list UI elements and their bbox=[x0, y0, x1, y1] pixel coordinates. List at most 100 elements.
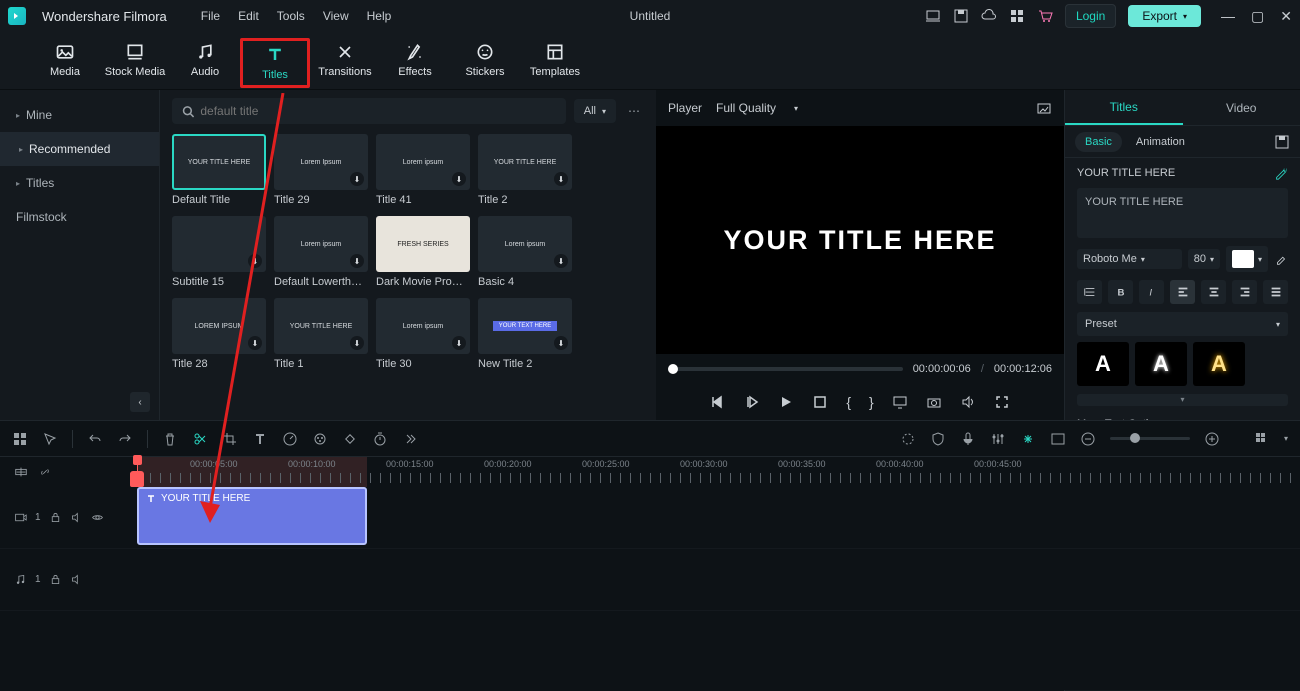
tl-options-icon[interactable] bbox=[12, 431, 28, 447]
download-icon[interactable]: ⬇ bbox=[350, 254, 364, 268]
download-icon[interactable]: ⬇ bbox=[452, 336, 466, 350]
title-card[interactable]: Lorem Ipsum⬇Title 29 bbox=[274, 134, 368, 206]
preset-dropdown[interactable]: Preset▾ bbox=[1077, 312, 1288, 336]
video-track-lane[interactable]: YOUR TITLE HERE bbox=[130, 487, 1300, 549]
keyframe-icon[interactable] bbox=[342, 431, 358, 447]
bold-button[interactable]: B bbox=[1108, 280, 1133, 304]
timer-icon[interactable] bbox=[372, 431, 388, 447]
fullscreen-icon[interactable] bbox=[994, 394, 1010, 410]
title-clip[interactable]: YOUR TITLE HERE bbox=[137, 487, 367, 545]
sidebar-item-filmstock[interactable]: Filmstock bbox=[0, 200, 159, 234]
title-card[interactable]: Lorem ipsum⬇Basic 4 bbox=[478, 216, 572, 288]
download-icon[interactable]: ⬇ bbox=[248, 254, 262, 268]
title-card[interactable]: ⬇Subtitle 15 bbox=[172, 216, 266, 288]
redo-icon[interactable] bbox=[117, 431, 133, 447]
tool-templates[interactable]: Templates bbox=[520, 38, 590, 82]
mute-icon[interactable] bbox=[70, 511, 83, 524]
scrubber-handle[interactable] bbox=[668, 364, 678, 374]
speed-icon[interactable] bbox=[282, 431, 298, 447]
shield-icon[interactable] bbox=[930, 431, 946, 447]
title-card[interactable]: YOUR TITLE HEREDefault Title bbox=[172, 134, 266, 206]
scrubber[interactable] bbox=[668, 367, 903, 371]
play-prev-button[interactable] bbox=[744, 394, 760, 410]
cart-icon[interactable] bbox=[1037, 8, 1053, 24]
title-card[interactable]: Lorem ipsum⬇Title 41 bbox=[376, 134, 470, 206]
download-icon[interactable]: ⬇ bbox=[350, 336, 364, 350]
sidebar-collapse-button[interactable]: ‹ bbox=[130, 392, 150, 412]
tool-transitions[interactable]: Transitions bbox=[310, 38, 380, 82]
search-input[interactable] bbox=[200, 104, 555, 118]
menu-help[interactable]: Help bbox=[367, 9, 392, 23]
play-button[interactable] bbox=[778, 394, 794, 410]
crop-icon[interactable] bbox=[222, 431, 238, 447]
video-preview[interactable]: YOUR TITLE HERE bbox=[656, 126, 1064, 354]
title-card[interactable]: Lorem ipsum⬇Default Lowerth… bbox=[274, 216, 368, 288]
tool-stock-media[interactable]: Stock Media bbox=[100, 38, 170, 82]
download-icon[interactable]: ⬇ bbox=[554, 254, 568, 268]
tool-stickers[interactable]: Stickers bbox=[450, 38, 520, 82]
tool-audio[interactable]: Audio bbox=[170, 38, 240, 82]
title-card[interactable]: YOUR TEXT HERE⬇New Title 2 bbox=[478, 298, 572, 370]
login-button[interactable]: Login bbox=[1065, 4, 1116, 28]
sidebar-item-mine[interactable]: ▸Mine bbox=[0, 98, 159, 132]
download-icon[interactable]: ⬇ bbox=[452, 172, 466, 186]
split-icon[interactable] bbox=[192, 431, 208, 447]
pointer-tool-icon[interactable] bbox=[42, 431, 58, 447]
save-preset-icon[interactable] bbox=[1274, 134, 1290, 150]
close-button[interactable]: ✕ bbox=[1280, 8, 1292, 25]
volume-icon[interactable] bbox=[960, 394, 976, 410]
subtab-animation[interactable]: Animation bbox=[1136, 136, 1185, 148]
align-right-button[interactable] bbox=[1232, 280, 1257, 304]
video-track-icon[interactable] bbox=[14, 511, 27, 524]
add-track-icon[interactable] bbox=[14, 465, 28, 479]
line-spacing-button[interactable] bbox=[1077, 280, 1102, 304]
align-center-button[interactable] bbox=[1201, 280, 1226, 304]
download-icon[interactable]: ⬇ bbox=[248, 336, 262, 350]
mark-in-button[interactable]: { bbox=[846, 394, 851, 410]
title-card[interactable]: YOUR TITLE HERE⬇Title 1 bbox=[274, 298, 368, 370]
visibility-icon[interactable] bbox=[91, 511, 104, 524]
title-card[interactable]: Lorem ipsum⬇Title 30 bbox=[376, 298, 470, 370]
subtab-basic[interactable]: Basic bbox=[1075, 132, 1122, 152]
more-options-button[interactable]: ⋯ bbox=[624, 104, 644, 118]
lock-icon[interactable] bbox=[49, 573, 62, 586]
zoom-slider[interactable] bbox=[1110, 437, 1190, 440]
tool-titles[interactable]: Titles bbox=[240, 38, 310, 88]
zoom-out-icon[interactable] bbox=[1080, 431, 1096, 447]
title-text-input[interactable]: YOUR TITLE HERE bbox=[1077, 188, 1288, 238]
menu-file[interactable]: File bbox=[201, 9, 220, 23]
title-card[interactable]: LOREM IPSUM⬇Title 28 bbox=[172, 298, 266, 370]
link-icon[interactable] bbox=[38, 465, 52, 479]
ai-cut-icon[interactable] bbox=[1020, 431, 1036, 447]
eyedropper-icon[interactable] bbox=[1274, 252, 1288, 266]
grid-view-icon[interactable] bbox=[1254, 431, 1270, 447]
tool-effects[interactable]: Effects bbox=[380, 38, 450, 82]
more-tools-icon[interactable] bbox=[402, 431, 418, 447]
playhead[interactable] bbox=[137, 457, 138, 487]
tab-video[interactable]: Video bbox=[1183, 90, 1300, 125]
sidebar-item-titles[interactable]: ▸Titles bbox=[0, 166, 159, 200]
color-icon[interactable] bbox=[312, 431, 328, 447]
search-box[interactable] bbox=[172, 98, 566, 124]
align-justify-button[interactable] bbox=[1263, 280, 1288, 304]
audio-track-lane[interactable] bbox=[130, 549, 1300, 611]
player-label[interactable]: Player bbox=[668, 101, 702, 115]
menu-view[interactable]: View bbox=[323, 9, 349, 23]
align-left-button[interactable] bbox=[1170, 280, 1195, 304]
download-icon[interactable]: ⬇ bbox=[350, 172, 364, 186]
tab-titles[interactable]: Titles bbox=[1065, 90, 1183, 125]
auto-icon[interactable] bbox=[900, 431, 916, 447]
ai-edit-icon[interactable]: AI bbox=[1274, 166, 1288, 180]
camera-icon[interactable] bbox=[926, 394, 942, 410]
stop-button[interactable] bbox=[812, 394, 828, 410]
mic-icon[interactable] bbox=[960, 431, 976, 447]
display-icon[interactable] bbox=[892, 394, 908, 410]
mute-icon[interactable] bbox=[70, 573, 83, 586]
title-card[interactable]: FRESH SERIESDark Movie Pro… bbox=[376, 216, 470, 288]
tool-media[interactable]: Media bbox=[30, 38, 100, 82]
italic-button[interactable]: I bbox=[1139, 280, 1164, 304]
device-icon[interactable] bbox=[925, 8, 941, 24]
mark-out-button[interactable]: } bbox=[869, 394, 874, 410]
expand-presets-button[interactable]: ▾ bbox=[1077, 394, 1288, 406]
undo-icon[interactable] bbox=[87, 431, 103, 447]
